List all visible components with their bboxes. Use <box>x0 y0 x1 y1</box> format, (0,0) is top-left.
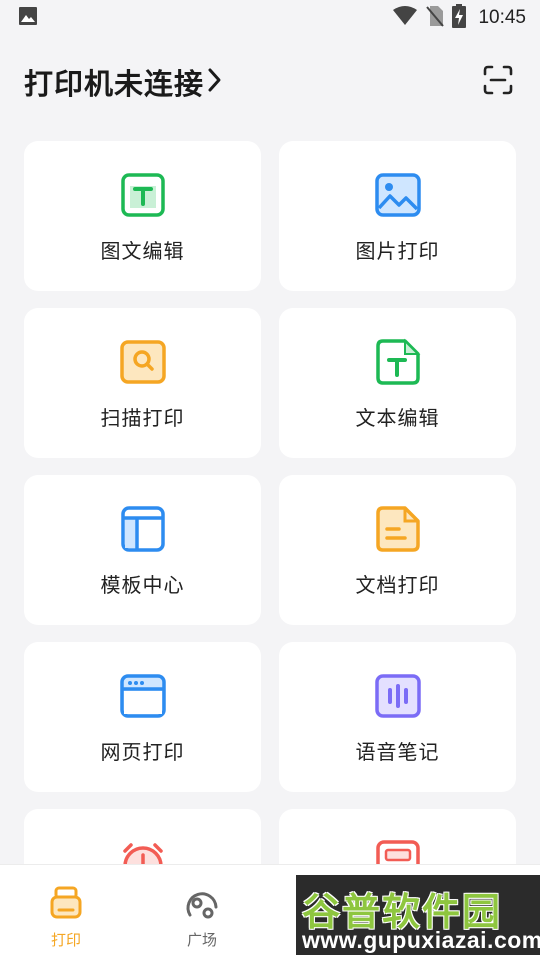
card-label: 文本编辑 <box>355 406 440 430</box>
card-text-edit[interactable]: 文本编辑 <box>279 308 516 458</box>
printer-status-text: 打印机未连接 <box>24 67 205 101</box>
voice-note-icon <box>374 672 422 720</box>
nav-label-square: 广场 <box>186 931 217 949</box>
scan-print-icon <box>119 338 167 386</box>
header: 打印机未连接 <box>0 50 540 114</box>
nav-tab-print[interactable]: 打印 <box>16 865 116 961</box>
scan-button[interactable] <box>482 65 514 99</box>
text-edit-icon <box>374 338 422 386</box>
no-sim-icon <box>426 5 445 31</box>
status-bar: 10:45 <box>0 0 540 36</box>
text-image-edit-icon <box>119 171 167 219</box>
card-label: 语音笔记 <box>355 740 440 764</box>
card-label: 网页打印 <box>100 740 185 764</box>
card-picture-print[interactable]: 图片打印 <box>279 141 516 291</box>
image-icon <box>18 6 38 30</box>
card-scan-print[interactable]: 扫描打印 <box>24 308 261 458</box>
card-document-print[interactable]: 文档打印 <box>279 475 516 625</box>
picture-print-icon <box>374 171 422 219</box>
watermark-overlay: 谷普软件园 www.gupuxiazai.com <box>296 875 540 955</box>
print-nav-icon <box>46 883 86 923</box>
wifi-icon <box>392 6 418 30</box>
square-nav-icon <box>182 883 222 923</box>
chevron-right-icon <box>206 67 224 97</box>
template-center-icon <box>119 505 167 553</box>
card-label: 文档打印 <box>355 573 440 597</box>
nav-tab-square[interactable]: 广场 <box>152 865 252 961</box>
status-time: 10:45 <box>478 7 526 28</box>
feature-grid: 图文编辑 图片打印 扫描打印 文本编辑 模板中心 文档打印 网页打印 语音笔记 <box>24 141 516 959</box>
card-web-print[interactable]: 网页打印 <box>24 642 261 792</box>
document-print-icon <box>374 505 422 553</box>
card-label: 图文编辑 <box>100 239 185 263</box>
web-print-icon <box>119 672 167 720</box>
card-voice-note[interactable]: 语音笔记 <box>279 642 516 792</box>
card-label: 模板中心 <box>100 573 185 597</box>
scan-icon <box>483 65 513 99</box>
card-label: 扫描打印 <box>100 406 185 430</box>
card-label: 图片打印 <box>355 239 440 263</box>
battery-charging-icon <box>452 4 467 32</box>
card-template-center[interactable]: 模板中心 <box>24 475 261 625</box>
printer-connect-button[interactable]: 打印机未连接 <box>24 61 224 103</box>
nav-label-print: 打印 <box>50 931 81 949</box>
watermark-url: www.gupuxiazai.com <box>302 927 540 953</box>
card-text-image-edit[interactable]: 图文编辑 <box>24 141 261 291</box>
